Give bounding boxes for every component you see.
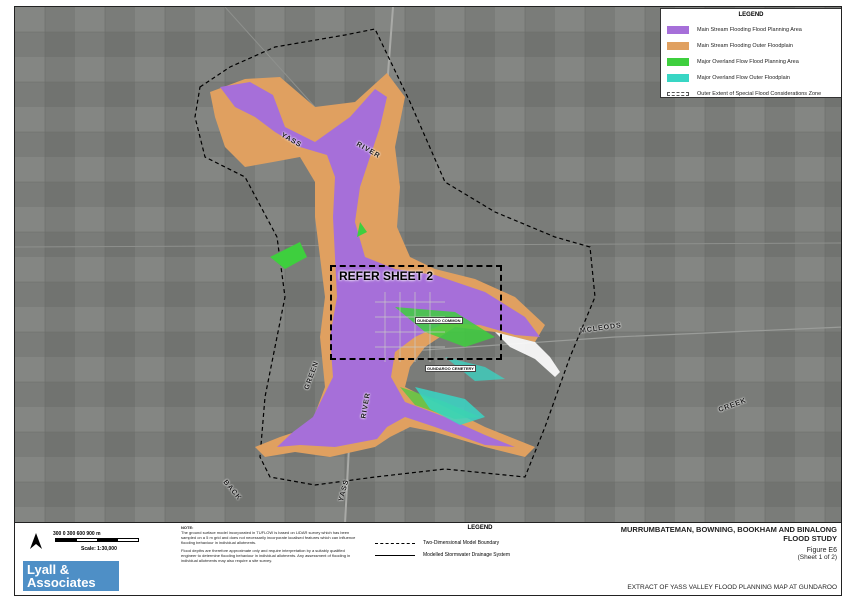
study-subtitle: FLOOD STUDY	[783, 534, 837, 543]
figure-number: Figure E6	[806, 547, 837, 554]
legend-swatch-purple	[667, 26, 689, 34]
footer-panel: 300 0 300 600 900 m Scale: 1:30,000 Lyal…	[14, 523, 842, 596]
legend-swatch-white	[667, 92, 689, 96]
scale-block: 300 0 300 600 900 m Scale: 1:30,000 Lyal…	[19, 527, 189, 593]
legend-swatch-cyan	[667, 74, 689, 82]
footer-legend-item: Two-Dimensional Model Boundary	[375, 537, 585, 549]
legend-swatch-orange	[667, 42, 689, 50]
logo-line-2: Associates	[27, 575, 96, 590]
place-label-cemetery: GUNDAROO CEMETERY	[425, 365, 476, 372]
note-block: NOTE: The ground surface model incorpora…	[181, 525, 359, 593]
title-block: MURRUMBATEMAN, BOWNING, BOOKHAM AND BINA…	[585, 525, 841, 593]
map-legend: LEGEND Main Stream Flooding Flood Planni…	[660, 8, 841, 98]
legend-label: Main Stream Flooding Flood Planning Area	[697, 27, 802, 33]
legend-title: LEGEND	[738, 12, 764, 18]
study-title: MURRUMBATEMAN, BOWNING, BOOKHAM AND BINA…	[620, 525, 837, 534]
note-text-1: The ground surface model incorporated in…	[181, 530, 356, 545]
scale-text: Scale: 1:30,000	[81, 546, 117, 552]
note-text-2: Flood depths are therefore approximate o…	[181, 548, 351, 563]
footer-legend-label: Modelled Stormwater Drainage System	[423, 552, 510, 558]
footer-legend: LEGEND Two-Dimensional Model Boundary Mo…	[375, 525, 585, 593]
legend-label: Outer Extent of Special Flood Considerat…	[697, 91, 822, 97]
extract-title: EXTRACT OF YASS VALLEY FLOOD PLANNING MA…	[627, 584, 837, 591]
legend-item: Major Overland Flow Outer Floodplain	[667, 70, 835, 86]
legend-label: Major Overland Flow Outer Floodplain	[697, 75, 790, 81]
legend-item: Main Stream Flooding Flood Planning Area	[667, 22, 835, 38]
legend-label: Major Overland Flow Flood Planning Area	[697, 59, 799, 65]
arrow-line-symbol	[375, 554, 415, 556]
legend-item: Major Overland Flow Flood Planning Area	[667, 54, 835, 70]
company-logo: Lyall & Associates	[23, 561, 119, 591]
footer-legend-item: Modelled Stormwater Drainage System	[375, 549, 585, 561]
dashed-line-symbol	[375, 542, 415, 544]
legend-label: Main Stream Flooding Outer Floodplain	[697, 43, 793, 49]
sheet-number: (Sheet 1 of 2)	[797, 554, 837, 561]
footer-legend-label: Two-Dimensional Model Boundary	[423, 540, 500, 546]
legend-item: Outer Extent of Special Flood Considerat…	[667, 86, 835, 102]
flood-map[interactable]: YASS RIVER GREEN RIVER YASS BACK CREEK M…	[14, 6, 842, 523]
north-arrow-icon	[30, 533, 42, 549]
scale-bar	[55, 538, 139, 542]
legend-swatch-green	[667, 58, 689, 66]
refer-sheet-label: REFER SHEET 2	[339, 269, 434, 283]
legend-item: Main Stream Flooding Outer Floodplain	[667, 38, 835, 54]
scale-numbers: 300 0 300 600 900 m	[53, 531, 101, 537]
footer-legend-title: LEGEND	[467, 525, 493, 531]
